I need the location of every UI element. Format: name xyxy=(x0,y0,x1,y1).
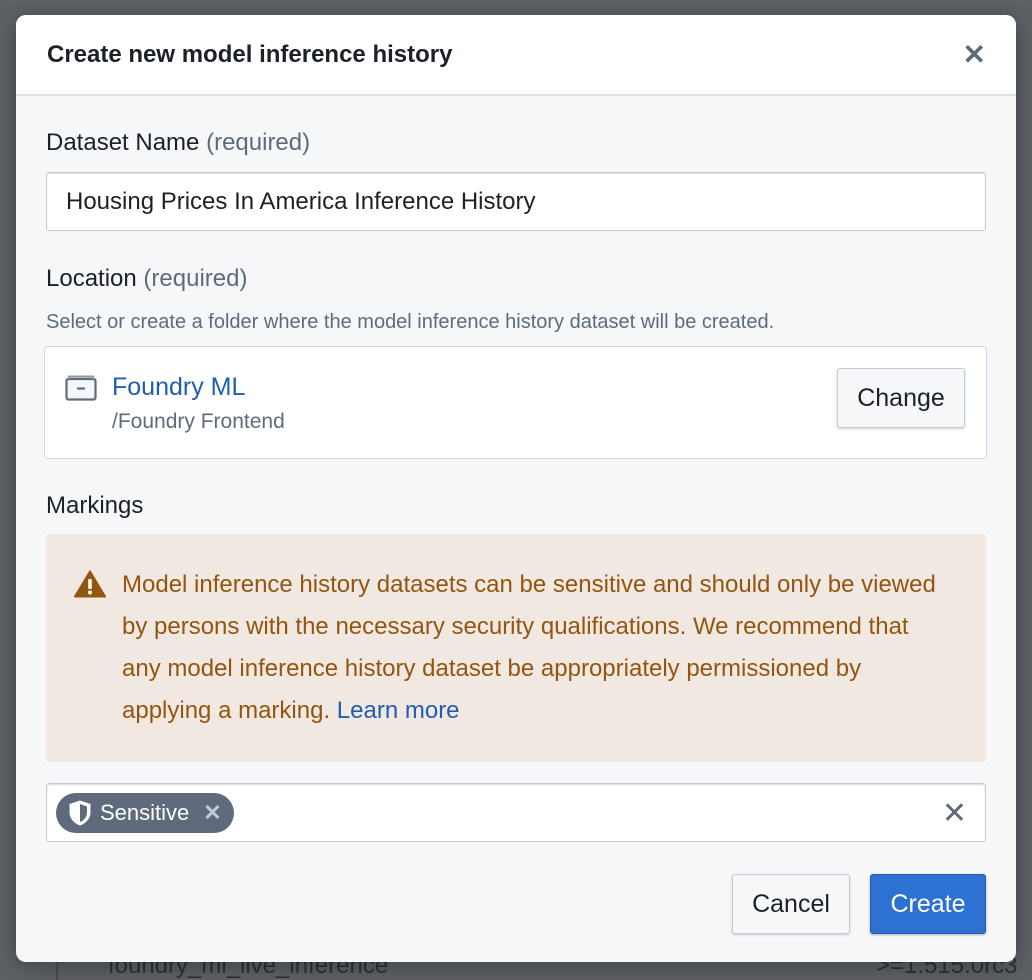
folder-icon xyxy=(65,375,97,401)
markings-input[interactable]: Sensitive ✕ ✕ xyxy=(46,783,986,842)
dataset-name-value: Housing Prices In America Inference Hist… xyxy=(66,187,536,215)
change-location-button[interactable]: Change xyxy=(837,368,965,428)
cancel-button[interactable]: Cancel xyxy=(732,874,850,934)
marking-tag-label: Sensitive xyxy=(100,800,190,825)
create-button[interactable]: Create xyxy=(870,874,986,934)
dataset-name-label: Dataset Name (required) xyxy=(46,129,310,157)
location-card: Foundry ML /Foundry Frontend Change xyxy=(44,346,987,459)
warning-triangle-icon xyxy=(74,570,106,598)
dataset-name-label-text: Dataset Name xyxy=(46,129,200,156)
marking-tag: Sensitive ✕ xyxy=(56,793,234,833)
close-icon[interactable]: ✕ xyxy=(963,40,986,69)
clear-markings-icon[interactable]: ✕ xyxy=(942,796,967,831)
required-indicator: (required) xyxy=(143,265,248,292)
markings-label: Markings xyxy=(46,492,144,519)
folder-path: /Foundry Frontend xyxy=(112,410,285,433)
required-indicator: (required) xyxy=(206,129,311,156)
learn-more-link[interactable]: Learn more xyxy=(337,697,460,724)
warning-text: Model inference history datasets can be … xyxy=(122,571,936,724)
dialog-title: Create new model inference history xyxy=(47,40,453,68)
location-label-text: Location xyxy=(46,265,137,292)
shield-icon xyxy=(69,800,91,826)
folder-name-link[interactable]: Foundry ML xyxy=(112,373,245,402)
markings-warning-callout: Model inference history datasets can be … xyxy=(46,534,986,762)
create-inference-history-dialog: Create new model inference history ✕ Dat… xyxy=(16,15,1016,962)
location-label: Location (required) xyxy=(46,265,247,293)
dataset-name-input[interactable]: Housing Prices In America Inference Hist… xyxy=(46,172,986,231)
remove-tag-icon[interactable]: ✕ xyxy=(203,800,221,826)
dialog-header: Create new model inference history ✕ xyxy=(16,15,1016,96)
location-help-text: Select or create a folder where the mode… xyxy=(46,311,775,333)
